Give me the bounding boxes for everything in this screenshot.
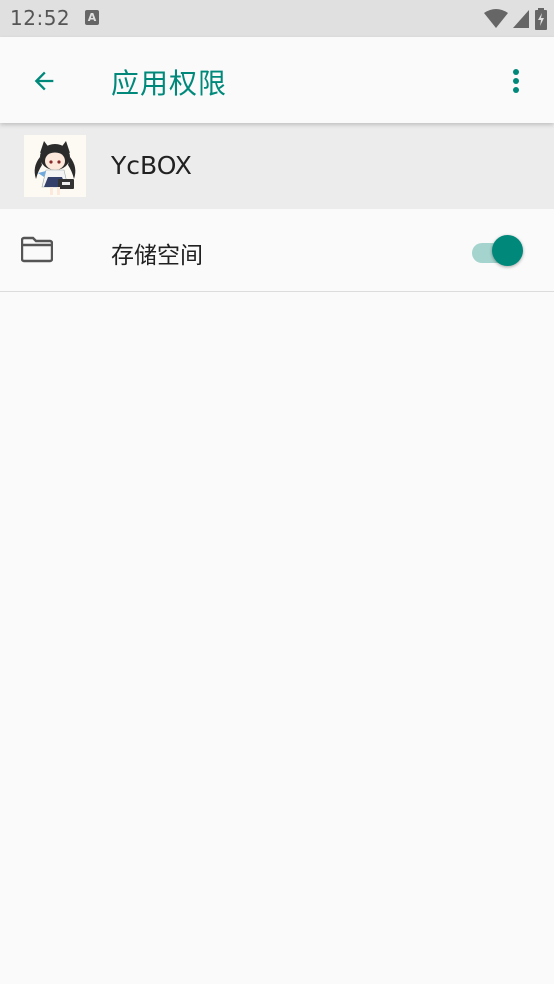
toggle-thumb [492,235,523,266]
wifi-icon [484,9,508,28]
app-avatar-illustration [24,135,86,197]
app-header: YcBOX [0,123,554,209]
permission-label: 存储空间 [111,243,203,269]
storage-permission-toggle[interactable] [470,233,526,267]
more-options-button[interactable] [496,59,536,103]
arrow-back-icon [34,71,54,91]
status-bar: 12:52 A [0,0,554,37]
cell-signal-icon [513,10,529,28]
page-title: 应用权限 [111,67,228,100]
app-bar: 应用权限 [0,37,554,123]
app-icon [24,135,86,197]
status-time: 12:52 [10,6,71,30]
status-icons [484,8,548,30]
permission-row-storage[interactable]: 存储空间 [0,209,554,292]
notification-a-icon: A [85,10,99,25]
battery-charging-icon [535,8,547,30]
more-vert-icon [513,69,519,93]
folder-icon [21,236,53,263]
back-button[interactable] [22,59,66,103]
app-name: YcBOX [111,151,192,180]
